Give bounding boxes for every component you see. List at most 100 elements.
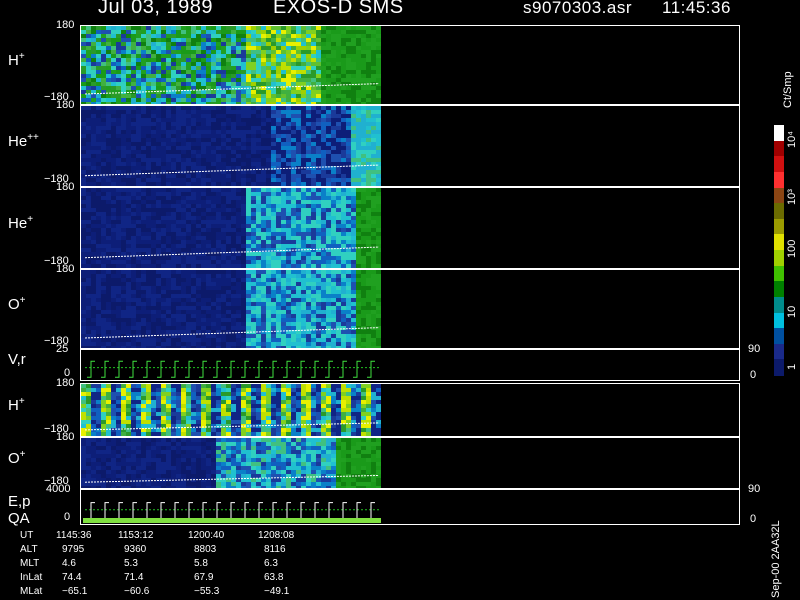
ephem-value: 5.8 <box>194 558 208 569</box>
colorbar-swatch <box>774 234 784 251</box>
sweep-marker <box>353 502 361 522</box>
panel-oplus <box>80 269 740 349</box>
colorbar-swatch <box>774 296 784 313</box>
ephem-value: −49.1 <box>264 586 290 597</box>
panel-label-text: He <box>8 133 28 150</box>
panel-label-hplus2: H+ <box>8 396 25 414</box>
footer-code: Sep-00 2AA32L <box>770 520 782 598</box>
ytick-top: 180 <box>56 99 75 111</box>
colorbar-swatch <box>774 218 784 235</box>
colorbar-swatch <box>774 250 784 267</box>
colorbar-swatch <box>774 140 784 157</box>
spectrogram-hplus2 <box>81 384 381 436</box>
sweep-marker <box>241 502 249 522</box>
spectrogram-hepp <box>81 106 381 186</box>
ytick-top: 25 <box>56 343 69 355</box>
panel-hepp <box>80 105 740 187</box>
sweep-marker <box>311 502 319 522</box>
sweep-marker <box>171 360 179 378</box>
sweep-marker <box>255 502 263 522</box>
y2tick-top: 90 <box>748 483 761 495</box>
sweep-marker <box>199 502 207 522</box>
sweep-marker <box>115 360 123 378</box>
panel-label-hep: He+ <box>8 214 34 232</box>
ephem-value: 9795 <box>62 544 85 555</box>
spectrogram-hep <box>81 188 381 268</box>
sweep-marker <box>269 502 277 522</box>
sweep-marker <box>87 360 95 378</box>
sweep-marker <box>339 502 347 522</box>
panel-label-vr: V,r <box>8 351 26 368</box>
ephem-value: −55.3 <box>194 586 220 597</box>
ephem-label: UT <box>20 530 34 541</box>
colorbar-label-100: 100 <box>786 239 798 258</box>
ephem-value: 1208:08 <box>258 530 295 541</box>
panel-label-text: H <box>8 52 19 69</box>
sweep-marker <box>255 360 263 378</box>
spectrogram-vr <box>85 360 379 378</box>
colorbar-swatch <box>774 281 784 298</box>
file-name: s9070303.asr <box>523 0 633 17</box>
ephem-value: 5.3 <box>124 558 138 569</box>
sweep-marker <box>157 360 165 378</box>
ephem-value: 71.4 <box>124 572 144 583</box>
sweep-marker <box>185 502 193 522</box>
ephem-label: ALT <box>20 544 38 555</box>
sweep-marker <box>157 502 165 522</box>
ytick-top: 180 <box>56 263 75 275</box>
file-time: 11:45:36 <box>662 0 731 17</box>
spectrogram-ep <box>83 502 381 523</box>
panel-label-oplus2: O+ <box>8 449 26 467</box>
sweep-marker <box>367 360 375 378</box>
ephem-value: 1145:36 <box>56 530 92 541</box>
sweep-marker <box>283 502 291 522</box>
ytick-top: 180 <box>56 377 75 389</box>
colorbar-swatch <box>774 359 784 376</box>
sweep-marker <box>339 360 347 378</box>
spectrogram-hplus <box>81 26 381 104</box>
sweep-marker <box>143 502 151 522</box>
ytick-top: 180 <box>56 19 75 31</box>
ephem-value: 74.4 <box>62 572 82 583</box>
sweep-marker <box>367 502 375 522</box>
y2tick-bottom: 0 <box>750 513 757 525</box>
spectrogram-oplus <box>81 270 381 348</box>
sweep-marker <box>269 360 277 378</box>
ephem-label: InLat <box>20 572 43 583</box>
sweep-marker <box>227 360 235 378</box>
colorbar-label-1k: 10³ <box>786 189 798 205</box>
sweep-marker <box>129 360 137 378</box>
sweep-marker <box>101 502 109 522</box>
ytick-bottom: 0 <box>64 511 71 523</box>
colorbar-swatch <box>774 156 784 173</box>
colorbar-unit: Ct/Smp <box>782 71 794 108</box>
panel-label-hplus: H+ <box>8 51 25 69</box>
sweep-marker <box>101 360 109 378</box>
ytick-top: 4000 <box>46 483 71 495</box>
colorbar-label-1: 1 <box>786 363 798 370</box>
ephem-value: −60.6 <box>124 586 150 597</box>
sweep-marker <box>353 360 361 378</box>
colorbar-swatch <box>774 125 784 142</box>
sweep-marker <box>241 360 249 378</box>
colorbar-label-10: 10 <box>786 305 798 318</box>
ephem-value: 8803 <box>194 544 217 555</box>
ephem-value: 1200:40 <box>188 530 225 541</box>
sweep-marker <box>325 360 333 378</box>
panel-label-hepp: He++ <box>8 132 39 150</box>
ephem-value: 6.3 <box>264 558 278 569</box>
spectrogram-oplus2 <box>81 438 381 488</box>
sweep-marker <box>171 502 179 522</box>
sweep-marker <box>213 360 221 378</box>
panel-label-text: O <box>8 450 20 467</box>
panel-label-text: He <box>8 215 28 232</box>
ephem-value: 9360 <box>124 544 147 555</box>
sweep-marker <box>213 502 221 522</box>
panel-ep <box>80 489 740 525</box>
quality-bar <box>83 518 381 523</box>
colorbar-swatch <box>774 203 784 220</box>
sweep-marker <box>115 502 123 522</box>
colorbar-swatch <box>774 312 784 329</box>
panel-oplus2 <box>80 437 740 489</box>
panel-hep <box>80 187 740 269</box>
